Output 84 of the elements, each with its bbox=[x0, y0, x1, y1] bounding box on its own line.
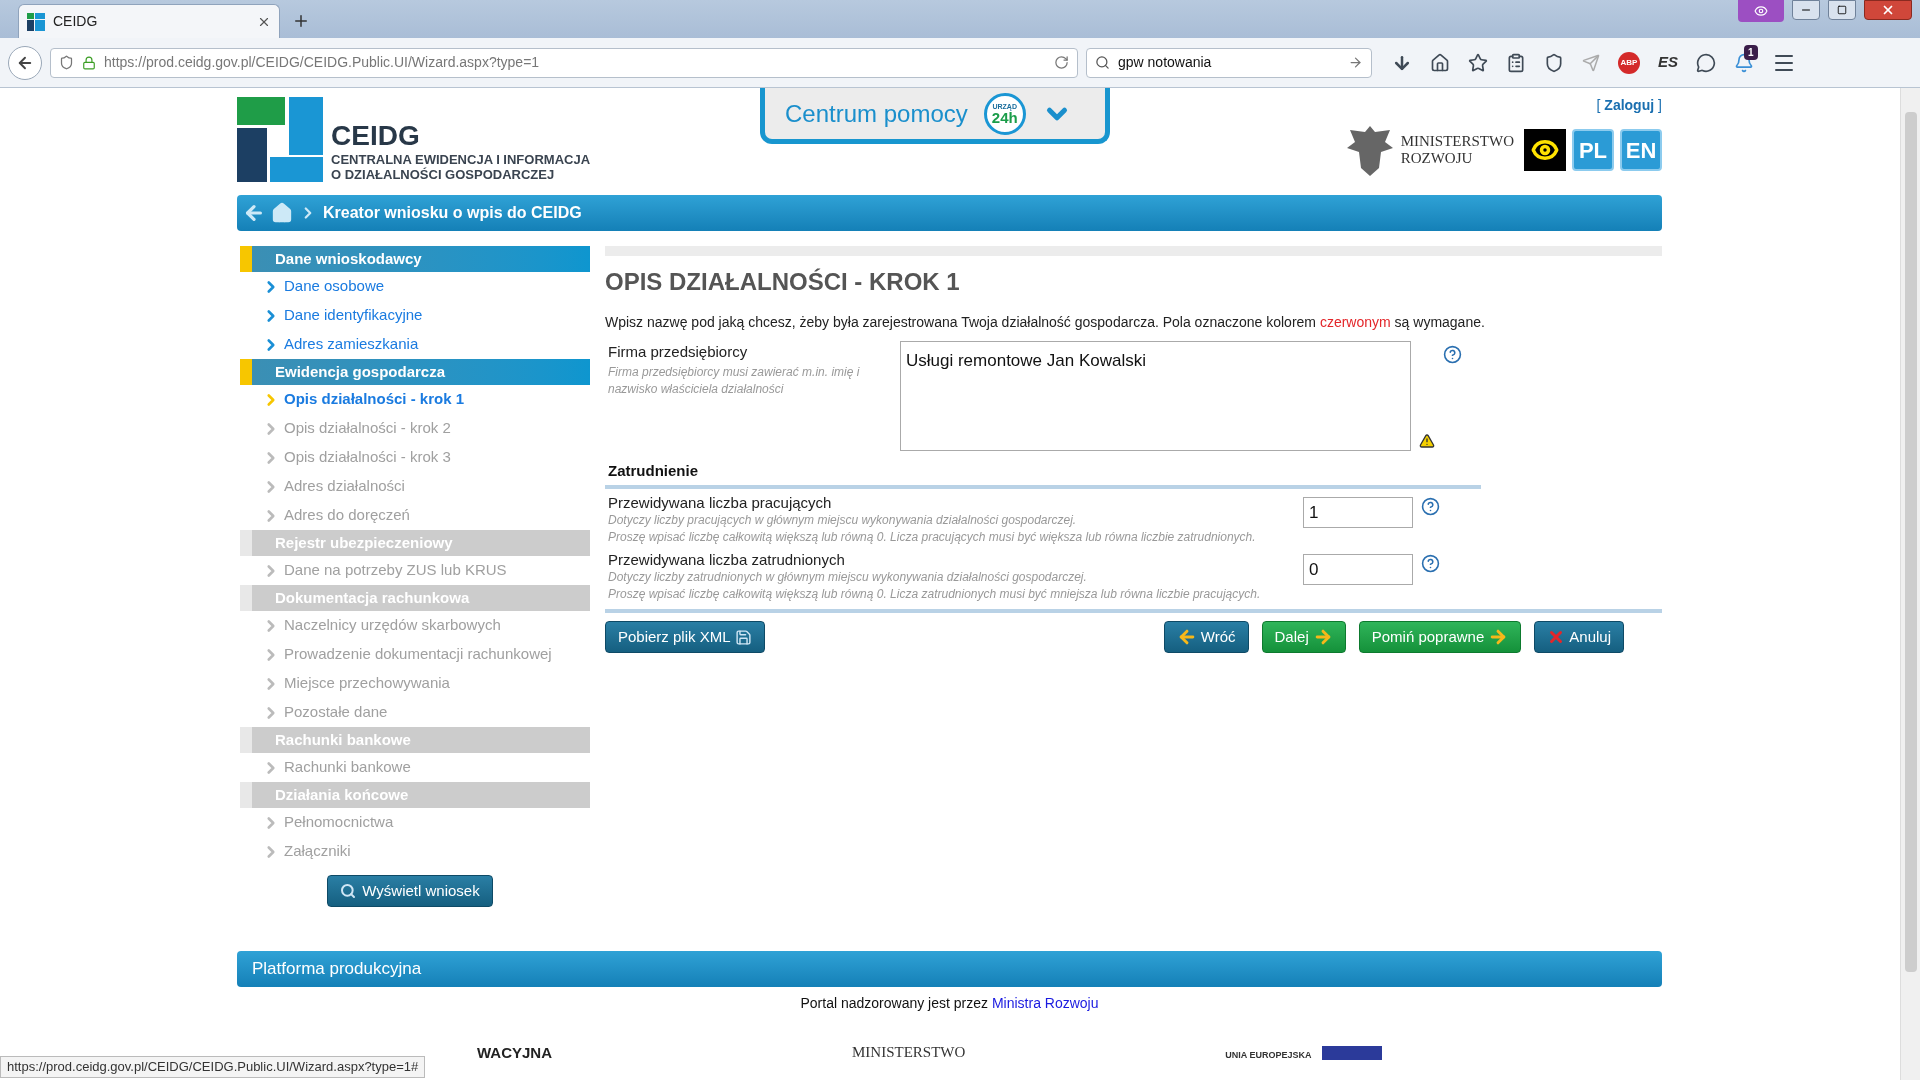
sidebar-item[interactable]: Opis działalności - krok 1 bbox=[284, 388, 465, 411]
warning-icon bbox=[1419, 433, 1435, 449]
maximize-button[interactable] bbox=[1828, 0, 1856, 20]
sidebar-item[interactable]: Dane osobowe bbox=[284, 275, 385, 298]
action-button[interactable]: Wróć bbox=[1163, 621, 1249, 653]
search-text: gpw notowania bbox=[1118, 53, 1213, 72]
logo-subtitle: O DZIAŁALNOŚCI GOSPODARCZEJ bbox=[331, 167, 556, 182]
accessibility-icon[interactable] bbox=[1524, 129, 1566, 171]
mask-icon[interactable] bbox=[1738, 0, 1784, 22]
back-button[interactable] bbox=[8, 45, 42, 80]
page-title: OPIS DZIAŁALNOŚCI - KROK 1 bbox=[605, 267, 961, 297]
sidebar-section-header: Ewidencja gospodarcza bbox=[240, 359, 590, 385]
extension-icon[interactable]: ES bbox=[1658, 51, 1678, 74]
search-icon bbox=[340, 883, 357, 899]
home-icon[interactable] bbox=[1430, 52, 1450, 73]
logo-title: CEIDG bbox=[331, 122, 421, 150]
action-button[interactable]: Anuluj bbox=[1534, 621, 1624, 653]
field-label: Przewidywana liczba pracujących bbox=[608, 494, 833, 512]
breadcrumb-title: Kreator wniosku o wpis do CEIDG bbox=[323, 203, 582, 223]
notification-badge: 1 bbox=[1744, 44, 1758, 60]
search-field[interactable]: gpw notowania bbox=[1086, 47, 1372, 78]
help-center-label: Centrum pomocy bbox=[785, 98, 968, 129]
tab-title: CEIDG bbox=[53, 12, 99, 31]
language-button[interactable]: PL bbox=[1572, 129, 1614, 171]
partner-logo-text: WACYJNA bbox=[477, 1045, 552, 1060]
action-button[interactable]: Pomiń poprawne bbox=[1358, 621, 1522, 653]
partner-logo-text: UNIA EUROPEJSKA bbox=[1225, 1051, 1312, 1060]
instructions-text: Wpisz nazwę pod jaką chcesz, żeby była zarejestrowana Twoja działalność gospodarcza. Pola oznaczone kolorem czerwonym są wymagane. bbox=[605, 313, 1486, 332]
lock-icon bbox=[82, 55, 96, 70]
number-field[interactable]: 0 bbox=[1303, 554, 1413, 585]
status-bar: https://prod.ceidg.gov.pl/CEIDG/CEIDG.Public.UI/Wizard.aspx?type=1# bbox=[0, 1056, 426, 1078]
address-text: https://prod.ceidg.gov.pl/CEIDG/CEIDG.Public.UI/Wizard.aspx?type=1 bbox=[104, 53, 541, 72]
footer-text: Portal nadzorowany jest przez Ministra Rozwoju bbox=[799, 994, 1100, 1013]
help-icon[interactable] bbox=[1421, 497, 1440, 516]
address-bar[interactable]: https://prod.ceidg.gov.pl/CEIDG/CEIDG.Public.UI/Wizard.aspx?type=1 bbox=[50, 47, 1078, 78]
field-hint: Proszę wpisać liczbę całkowitą większą lub równą 0. Licza zatrudnionych musi być mniejsza lub równa liczbie pracujących. bbox=[608, 586, 1262, 603]
language-button[interactable]: EN bbox=[1620, 129, 1662, 171]
show-application-button[interactable]: Wyświetl wniosek bbox=[327, 875, 493, 907]
logo-icon bbox=[237, 97, 323, 182]
action-button[interactable]: Dalej bbox=[1261, 621, 1346, 653]
ministry-text: ROZWOJU bbox=[1400, 150, 1474, 167]
sidebar-item[interactable]: Dane identyfikacyjne bbox=[284, 304, 423, 327]
ministry-text: MINISTERSTWO bbox=[1400, 133, 1514, 150]
close-button[interactable] bbox=[1864, 0, 1912, 20]
section-title: Zatrudnienie bbox=[608, 462, 698, 479]
clipboard-icon[interactable] bbox=[1506, 52, 1526, 73]
bracket-text: [ bbox=[1596, 96, 1601, 115]
field-hint: Dotyczy liczby zatrudnionych w głównym miejscu wykonywania działalności gospodarczej. bbox=[608, 569, 1088, 586]
reload-icon[interactable] bbox=[1054, 55, 1069, 70]
partner-logo-text: MINISTERSTWO bbox=[852, 1045, 966, 1060]
login-link[interactable]: Zaloguj bbox=[1604, 95, 1655, 116]
arrow-left-icon[interactable] bbox=[243, 202, 265, 224]
help-icon[interactable] bbox=[1443, 345, 1462, 364]
search-icon bbox=[1095, 55, 1110, 70]
sidebar-item[interactable]: Adres zamieszkania bbox=[284, 333, 419, 356]
help-icon[interactable] bbox=[1421, 554, 1440, 573]
mask-glyph-icon bbox=[1754, 4, 1768, 18]
footer-bar-text: Platforma produkcyjna bbox=[252, 958, 422, 981]
close-icon bbox=[1881, 3, 1895, 17]
chat-icon[interactable] bbox=[1696, 52, 1716, 73]
shield-icon bbox=[59, 55, 74, 70]
new-tab-icon[interactable] bbox=[292, 12, 310, 30]
star-icon[interactable] bbox=[1468, 52, 1488, 73]
site-logo-icon bbox=[27, 12, 45, 31]
action-button[interactable]: Pobierz plik XML bbox=[605, 621, 765, 653]
floppy-icon bbox=[734, 628, 752, 646]
number-field[interactable]: 1 bbox=[1303, 497, 1413, 528]
company-name-field[interactable]: Usługi remontowe Jan Kowalski bbox=[900, 341, 1411, 451]
field-hint: Firma przedsiębiorcy musi zawierać m.in. imię i nazwisko właściciela działalności bbox=[608, 363, 861, 398]
footer-link[interactable]: Ministra Rozwoju bbox=[991, 995, 1099, 1011]
sidebar-section-header: Dane wnioskodawcy bbox=[240, 246, 590, 272]
browser-tab[interactable]: CEIDG bbox=[18, 4, 280, 38]
adblock-icon[interactable]: ABP bbox=[1618, 51, 1640, 74]
eu-flag-icon bbox=[1321, 1046, 1382, 1060]
field-hint: Proszę wpisać liczbę całkowitą większą lub równą 0. Licza pracujących musi być większa lub równa liczbie zatrudnionych. bbox=[608, 529, 1257, 546]
field-label: Firma przedsiębiorcy bbox=[608, 342, 749, 362]
bracket-text: ] bbox=[1658, 96, 1662, 115]
scrollbar[interactable] bbox=[1900, 88, 1920, 1080]
minimize-button[interactable] bbox=[1792, 0, 1820, 20]
logo-subtitle: CENTRALNA EWIDENCJA I INFORMACJA bbox=[331, 152, 591, 167]
maximize-icon bbox=[1837, 5, 1847, 15]
field-hint: Dotyczy liczby pracujących w głównym miejscu wykonywania działalności gospodarczej. bbox=[608, 512, 1078, 529]
arrow-right-icon[interactable] bbox=[1348, 55, 1363, 70]
field-label: Przewidywana liczba zatrudnionych bbox=[608, 551, 846, 569]
